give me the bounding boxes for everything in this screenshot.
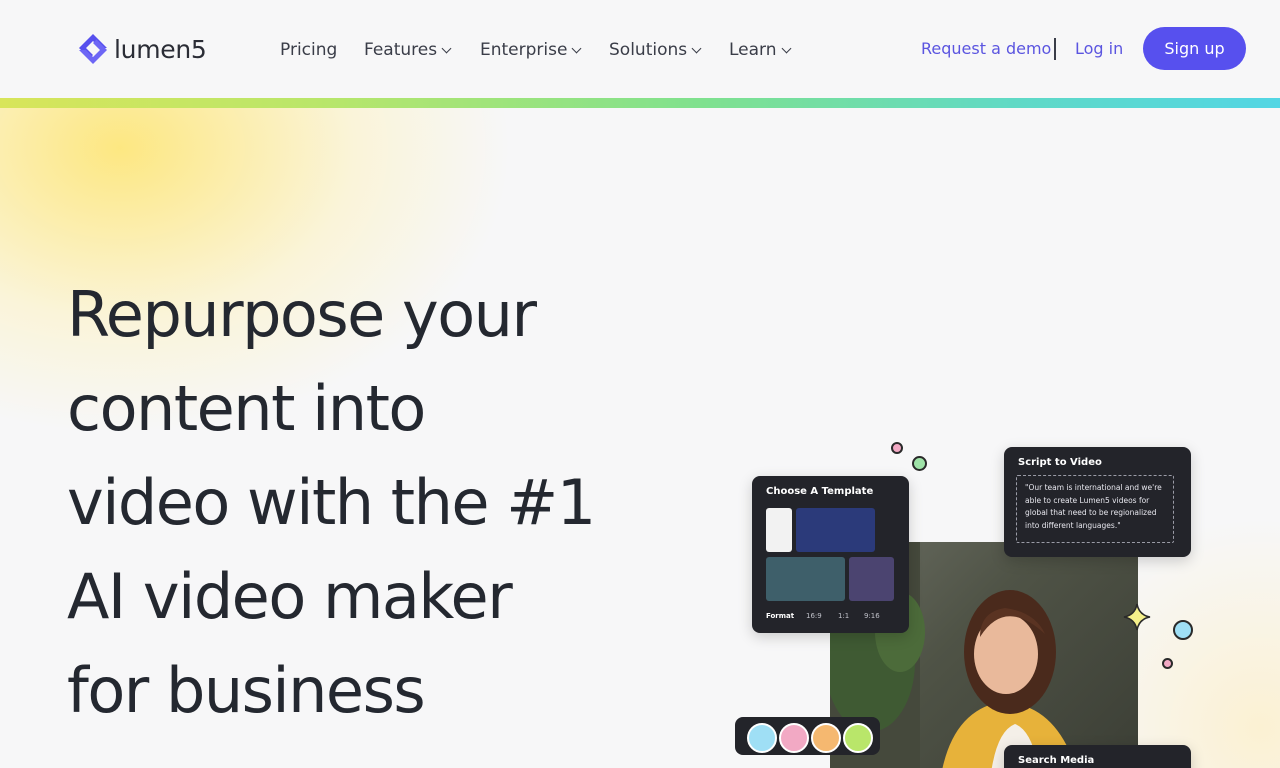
brand-name: lumen5 xyxy=(114,34,207,64)
script-card[interactable]: Script to Video "Our team is internation… xyxy=(1004,447,1191,557)
sparkle-icon xyxy=(1123,603,1151,631)
header-gradient-bar xyxy=(0,98,1280,108)
template-card[interactable]: Choose A Template Format 16:9 1:1 9:16 xyxy=(752,476,909,633)
script-quote: "Our team is international and we're abl… xyxy=(1016,475,1174,543)
nav-pricing[interactable]: Pricing xyxy=(280,38,337,62)
nav-learn-label: Learn xyxy=(729,40,777,60)
headline-line: Repurpose your xyxy=(67,278,537,351)
headline-line: video with the #1 xyxy=(67,466,596,539)
top-navigation: lumen5 Pricing Features Enterprise Solut… xyxy=(0,0,1280,98)
headline-line: AI video maker xyxy=(67,560,513,633)
template-card-title: Choose A Template xyxy=(766,486,874,497)
nav-divider xyxy=(1054,38,1056,60)
decor-circle xyxy=(912,456,927,471)
template-thumbnail[interactable] xyxy=(766,508,792,552)
brand-logo[interactable]: lumen5 xyxy=(76,31,207,67)
nav-enterprise[interactable]: Enterprise xyxy=(480,38,582,62)
decor-circle xyxy=(891,442,903,454)
format-option[interactable]: 16:9 xyxy=(806,612,822,620)
chevron-down-icon xyxy=(691,43,702,53)
search-media-card[interactable]: Search Media xyxy=(1004,745,1191,768)
nav-pricing-label: Pricing xyxy=(280,40,338,60)
nav-enterprise-label: Enterprise xyxy=(480,40,568,60)
template-thumbnail[interactable] xyxy=(796,508,875,552)
chevron-down-icon xyxy=(441,43,452,53)
search-media-title: Search Media xyxy=(1018,755,1095,766)
avatar[interactable] xyxy=(779,723,809,753)
format-option[interactable]: 9:16 xyxy=(864,612,880,620)
lumen5-logo-icon xyxy=(79,34,107,64)
avatar-strip xyxy=(735,717,880,755)
avatar[interactable] xyxy=(843,723,873,753)
headline-line: for business xyxy=(67,654,426,727)
decor-circle xyxy=(1173,620,1193,640)
decor-circle xyxy=(1162,658,1173,669)
nav-features-label: Features xyxy=(364,40,438,60)
nav-features[interactable]: Features xyxy=(364,38,452,62)
chevron-down-icon xyxy=(781,43,791,53)
hero-section: Repurpose your content into video with t… xyxy=(0,108,1280,768)
avatar[interactable] xyxy=(747,723,777,753)
headline-line: content into xyxy=(67,372,426,445)
nav-learn[interactable]: Learn xyxy=(729,38,791,62)
login-link[interactable]: Log in xyxy=(1075,39,1123,58)
nav-solutions[interactable]: Solutions xyxy=(609,38,702,62)
format-label: Format xyxy=(766,612,795,620)
template-thumbnail[interactable] xyxy=(849,557,894,601)
avatar[interactable] xyxy=(811,723,841,753)
script-card-title: Script to Video xyxy=(1018,457,1102,468)
template-thumbnail[interactable] xyxy=(766,557,845,601)
nav-solutions-label: Solutions xyxy=(609,40,688,60)
request-demo-link[interactable]: Request a demo xyxy=(921,39,1051,58)
format-option[interactable]: 1:1 xyxy=(838,612,849,620)
signup-button[interactable]: Sign up xyxy=(1143,27,1246,70)
chevron-down-icon xyxy=(572,43,582,53)
hero-headline: Repurpose your content into video with t… xyxy=(67,268,647,738)
